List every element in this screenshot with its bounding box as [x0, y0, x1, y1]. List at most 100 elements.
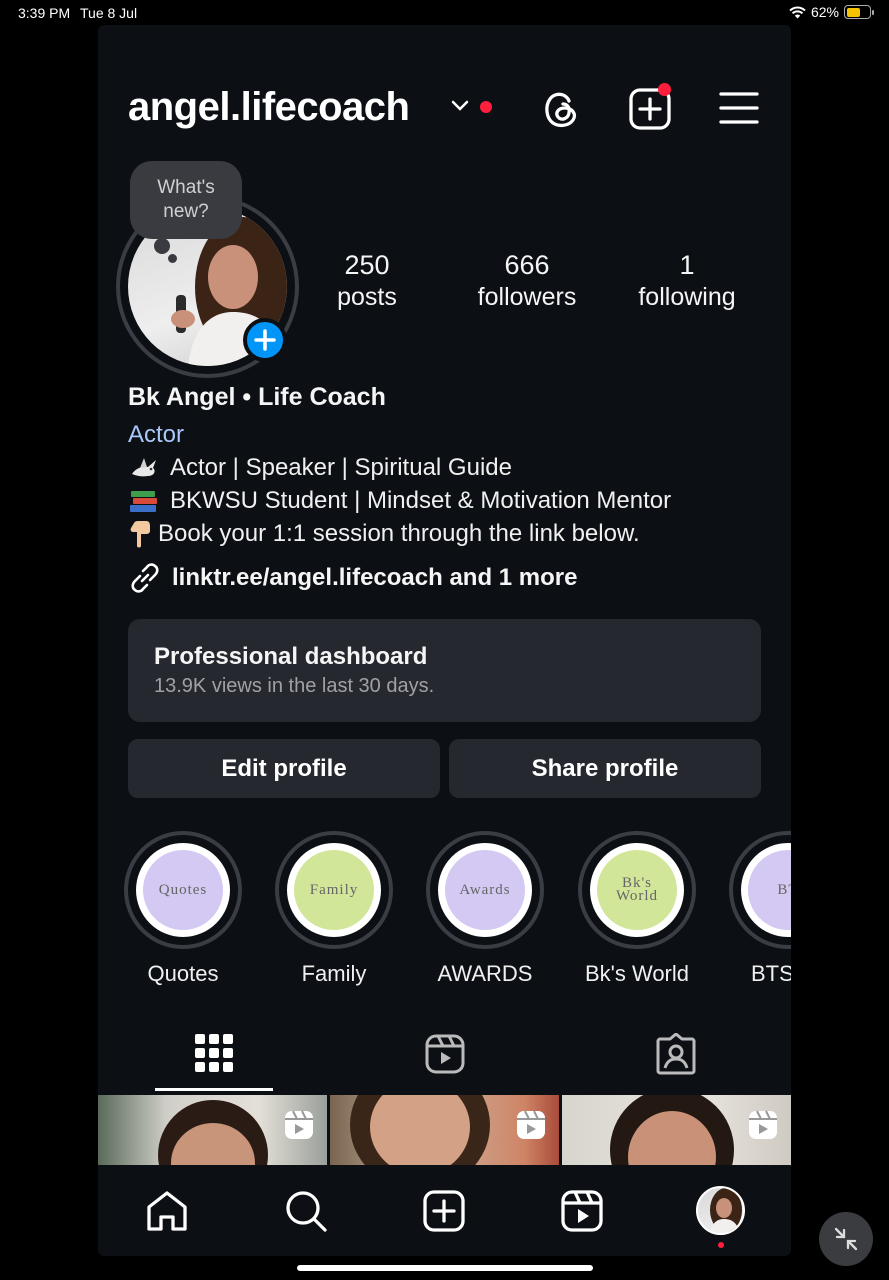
note-line-1: What's — [157, 177, 215, 198]
highlight-bks-world[interactable]: Bk's World Bk's World — [578, 831, 696, 987]
note-bubble-tail-small — [168, 254, 177, 263]
battery-fill — [846, 7, 861, 17]
highlight-ring: Family — [275, 831, 393, 949]
username-switcher[interactable]: angel.lifecoach — [128, 85, 410, 130]
posts-count: 250 — [344, 250, 390, 280]
bio-text-3: Book your 1:1 session through the link b… — [158, 520, 640, 547]
pointing-down-emoji — [130, 521, 150, 548]
reels-icon — [425, 1034, 464, 1074]
status-bar: 3:39 PM Tue 8 Jul 62% — [0, 0, 889, 26]
stat-posts[interactable]: 250 posts — [292, 250, 442, 314]
highlight-label: Bk's World — [584, 961, 690, 986]
link-icon — [131, 563, 159, 593]
reel-badge-icon — [285, 1110, 313, 1139]
status-time: 3:39 PM — [18, 5, 71, 21]
highlight-awards[interactable]: Awards AWARDS — [426, 831, 544, 987]
status-right: 62% — [789, 4, 874, 20]
share-profile-button[interactable]: Share profile — [449, 739, 761, 798]
create-icon[interactable] — [422, 1189, 466, 1233]
bio-line-3: Book your 1:1 session through the link b… — [128, 520, 640, 548]
bio-text-2: BKWSU Student | Mindset & Motivation Men… — [170, 487, 672, 514]
highlight-cover-text: BT — [777, 881, 791, 898]
edit-profile-button[interactable]: Edit profile — [128, 739, 440, 798]
professional-dashboard[interactable]: Professional dashboard 13.9K views in th… — [128, 619, 761, 722]
account-notification-dot — [480, 101, 492, 113]
active-tab-indicator — [155, 1088, 273, 1091]
reel-badge-icon — [517, 1110, 545, 1139]
bio-text-1: Actor | Speaker | Spiritual Guide — [170, 454, 512, 481]
note-bubble[interactable]: What's new? — [130, 161, 242, 239]
highlight-ring: Bk's World — [578, 831, 696, 949]
note-bubble-tail — [154, 238, 170, 254]
profile-screen: angel.lifecoach What's new? 250 posts 66… — [98, 25, 791, 1256]
reels-icon[interactable] — [560, 1189, 604, 1233]
highlight-cover-text: Quotes — [158, 881, 208, 898]
exit-fullscreen-button[interactable] — [819, 1212, 873, 1266]
highlight-cover-text: Family — [309, 881, 359, 898]
followers-count: 666 — [504, 250, 550, 280]
post-thumbnail[interactable] — [98, 1095, 327, 1165]
profile-header: angel.lifecoach — [98, 83, 791, 133]
status-date: Tue 8 Jul — [80, 5, 138, 21]
bio-line-2: BKWSU Student | Mindset & Motivation Men… — [128, 487, 671, 515]
profile-tabs — [98, 1027, 791, 1095]
stat-followers[interactable]: 666 followers — [452, 250, 602, 314]
highlight-cover: Family — [294, 850, 374, 930]
posts-label: posts — [337, 283, 397, 311]
bottom-navigation — [98, 1165, 791, 1256]
highlight-cover: Quotes — [143, 850, 223, 930]
highlight-ring: Quotes — [124, 831, 242, 949]
highlight-cover: Bk's World — [597, 850, 677, 930]
post-thumbnail[interactable] — [330, 1095, 559, 1165]
reel-badge-icon — [749, 1110, 777, 1139]
collapse-icon — [834, 1227, 858, 1251]
battery-percent: 62% — [810, 4, 839, 20]
highlight-ring: Awards — [426, 831, 544, 949]
highlight-cover-text: Awards — [459, 881, 511, 898]
following-count: 1 — [679, 250, 695, 280]
menu-icon[interactable] — [718, 90, 760, 126]
bio-line-1: Actor | Speaker | Spiritual Guide — [128, 454, 512, 482]
followers-label: followers — [477, 283, 577, 311]
full-name: Bk Angel • Life Coach — [128, 383, 386, 411]
dove-emoji — [132, 458, 156, 477]
tagged-icon — [656, 1033, 695, 1075]
tab-posts-grid[interactable] — [98, 1027, 329, 1095]
wifi-icon — [789, 6, 806, 18]
profile-link[interactable]: linktr.ee/angel.lifecoach and 1 more — [128, 562, 577, 594]
profile-avatar-nav[interactable] — [696, 1186, 745, 1235]
following-label: following — [638, 283, 736, 311]
dashboard-subtitle: 13.9K views in the last 30 days. — [154, 675, 435, 697]
stat-following[interactable]: 1 following — [612, 250, 762, 314]
home-icon[interactable] — [145, 1189, 189, 1233]
dashboard-title: Professional dashboard — [154, 643, 428, 670]
category-label: Actor — [128, 421, 185, 448]
highlight-label: Quotes — [147, 961, 219, 986]
highlight-cover: Awards — [445, 850, 525, 930]
profile-notification-dot — [718, 1242, 724, 1248]
battery-icon — [844, 5, 874, 19]
threads-icon[interactable] — [541, 87, 581, 131]
highlight-label: AWARDS — [437, 961, 533, 986]
plus-icon — [254, 329, 276, 351]
highlight-family[interactable]: Family Family — [275, 831, 393, 987]
books-emoji — [130, 491, 157, 512]
new-post-notification-dot — [658, 83, 671, 96]
highlight-bts[interactable]: BT BTS — [729, 831, 791, 987]
post-grid — [98, 1095, 791, 1165]
grid-icon — [194, 1034, 233, 1072]
profile-link-text: linktr.ee/angel.lifecoach and 1 more — [172, 564, 578, 591]
chevron-down-icon[interactable] — [450, 99, 470, 113]
post-thumbnail[interactable] — [562, 1095, 791, 1165]
tab-reels[interactable] — [329, 1027, 560, 1095]
home-indicator[interactable] — [297, 1265, 593, 1271]
highlight-cover: BT — [748, 850, 791, 930]
highlight-cover-text: Bk's World — [615, 875, 659, 904]
highlight-label: BTS — [751, 961, 791, 986]
highlight-ring: BT — [729, 831, 791, 949]
tab-tagged[interactable] — [560, 1027, 791, 1095]
search-icon[interactable] — [284, 1189, 328, 1233]
profile-avatar-image — [710, 1188, 742, 1233]
highlight-quotes[interactable]: Quotes Quotes — [124, 831, 242, 987]
add-story-button[interactable] — [243, 318, 287, 362]
